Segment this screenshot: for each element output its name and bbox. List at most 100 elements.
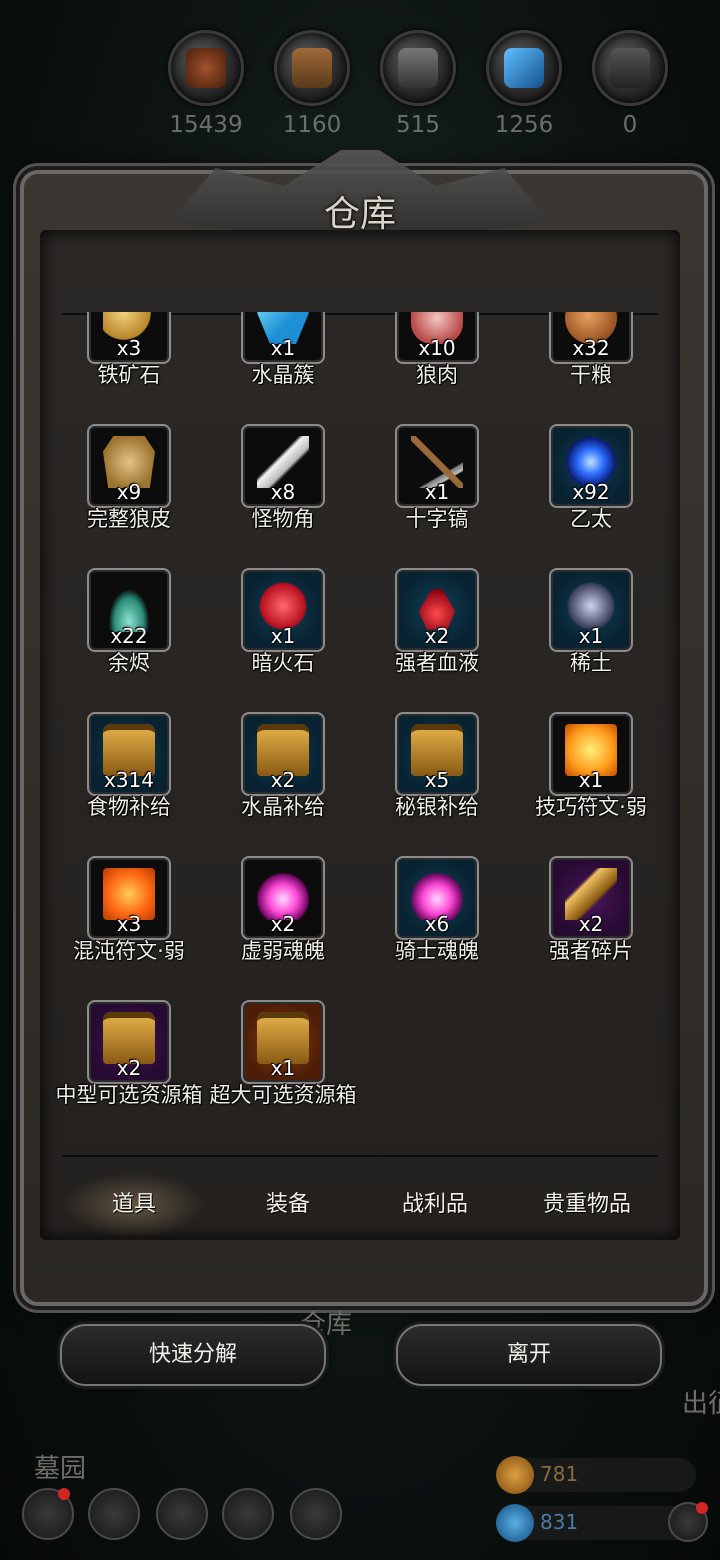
item-quantity: x2: [270, 768, 296, 792]
resource-iron-value: 515: [396, 112, 440, 138]
map-icon[interactable]: [222, 1488, 274, 1540]
iron-icon: [380, 30, 456, 106]
tab-valuables[interactable]: 贵重物品: [510, 1170, 664, 1240]
bottom-hud: 墓园 781 831: [0, 1440, 720, 1560]
item-icon-frame[interactable]: x314: [87, 712, 171, 796]
item-slot[interactable]: x2 强者碎片: [514, 856, 668, 1000]
item-icon-frame[interactable]: x32: [549, 312, 633, 364]
item-name: 虚弱魂魄: [241, 939, 325, 963]
item-icon-frame[interactable]: x92: [549, 424, 633, 508]
gem-counter: 831: [496, 1504, 696, 1542]
leave-button[interactable]: 离开: [396, 1324, 662, 1386]
item-name: 强者血液: [395, 651, 479, 675]
gem-value: 831: [540, 1510, 579, 1534]
item-grid[interactable]: x3 铁矿石 x1 水晶簇 x10 狼肉 x32 干粮 x9 完整狼皮 x8 怪物角 x1 十字镐 x92 乙…: [52, 312, 668, 1152]
notification-dot: [696, 1502, 708, 1514]
gold-icon: [496, 1456, 534, 1494]
gem-icon: [496, 1504, 534, 1542]
item-name: 中型可选资源箱: [55, 1083, 203, 1107]
item-quantity: x3: [116, 336, 142, 360]
item-quantity: x6: [424, 912, 450, 936]
item-icon-frame[interactable]: x22: [87, 568, 171, 652]
item-slot[interactable]: x2 虚弱魂魄: [206, 856, 360, 1000]
background-depart-label: 出征: [682, 1389, 720, 1419]
item-icon-frame[interactable]: x2: [87, 1000, 171, 1084]
item-slot[interactable]: x92 乙太: [514, 424, 668, 568]
gold-value: 781: [540, 1462, 579, 1486]
add-currency-button[interactable]: [668, 1502, 708, 1542]
wood-icon: [274, 30, 350, 106]
item-slot[interactable]: x1 暗火石: [206, 568, 360, 712]
item-name: 超大可选资源箱: [209, 1083, 357, 1107]
item-icon-frame[interactable]: x1: [549, 568, 633, 652]
item-slot[interactable]: x1 水晶簇: [206, 312, 360, 424]
resource-iron: 515: [378, 30, 458, 138]
item-name: 混沌符文·弱: [73, 939, 185, 963]
item-icon-frame[interactable]: x5: [395, 712, 479, 796]
handshake-icon[interactable]: [290, 1488, 342, 1540]
item-name: 干粮: [570, 363, 612, 387]
item-quantity: x314: [103, 768, 154, 792]
item-name: 水晶补给: [241, 795, 325, 819]
item-icon-frame[interactable]: x2: [241, 856, 325, 940]
tab-bar: 道具 装备 战利品 贵重物品: [52, 1170, 668, 1240]
item-slot[interactable]: x22 余烬: [52, 568, 206, 712]
food-icon: [168, 30, 244, 106]
settings-icon[interactable]: [22, 1488, 74, 1540]
notification-dot: [58, 1488, 70, 1500]
item-icon-frame[interactable]: x1: [549, 712, 633, 796]
item-icon-frame[interactable]: x9: [87, 424, 171, 508]
item-slot[interactable]: x1 十字镐: [360, 424, 514, 568]
item-icon-frame[interactable]: x1: [241, 312, 325, 364]
item-icon-frame[interactable]: x2: [241, 712, 325, 796]
castle-icon[interactable]: [156, 1488, 208, 1540]
item-slot[interactable]: x2 水晶补给: [206, 712, 360, 856]
item-slot[interactable]: x1 超大可选资源箱: [206, 1000, 360, 1144]
item-icon-frame[interactable]: x1: [395, 424, 479, 508]
item-slot[interactable]: x10 狼肉: [360, 312, 514, 424]
item-slot[interactable]: x2 强者血液: [360, 568, 514, 712]
item-name: 怪物角: [251, 507, 315, 531]
item-icon-frame[interactable]: x2: [395, 568, 479, 652]
item-icon-frame[interactable]: x1: [241, 1000, 325, 1084]
item-slot[interactable]: x8 怪物角: [206, 424, 360, 568]
item-icon-frame[interactable]: x10: [395, 312, 479, 364]
item-slot[interactable]: x5 秘银补给: [360, 712, 514, 856]
item-slot[interactable]: x3 混沌符文·弱: [52, 856, 206, 1000]
item-slot[interactable]: x314 食物补给: [52, 712, 206, 856]
item-slot[interactable]: x6 骑士魂魄: [360, 856, 514, 1000]
item-name: 余烬: [108, 651, 150, 675]
achievement-icon[interactable]: [88, 1488, 140, 1540]
quick-decompose-button[interactable]: 快速分解: [60, 1324, 326, 1386]
resource-crystal-value: 1256: [494, 112, 554, 138]
item-icon-frame[interactable]: x3: [87, 312, 171, 364]
item-quantity: x9: [116, 480, 142, 504]
item-slot[interactable]: x3 铁矿石: [52, 312, 206, 424]
item-icon-frame[interactable]: x8: [241, 424, 325, 508]
item-slot[interactable]: x32 干粮: [514, 312, 668, 424]
tab-loot[interactable]: 战利品: [358, 1170, 512, 1240]
item-slot[interactable]: x9 完整狼皮: [52, 424, 206, 568]
item-quantity: x1: [578, 768, 604, 792]
item-icon-frame[interactable]: x1: [241, 568, 325, 652]
tab-items[interactable]: 道具: [57, 1170, 211, 1240]
item-quantity: x1: [270, 336, 296, 360]
item-slot[interactable]: x2 中型可选资源箱: [52, 1000, 206, 1144]
item-quantity: x2: [424, 624, 450, 648]
tab-equipment[interactable]: 装备: [211, 1170, 365, 1240]
item-name: 水晶簇: [251, 363, 315, 387]
item-quantity: x32: [572, 336, 610, 360]
item-name: 秘银补给: [395, 795, 479, 819]
item-icon-frame[interactable]: x6: [395, 856, 479, 940]
item-name: 完整狼皮: [87, 507, 171, 531]
item-slot[interactable]: x1 技巧符文·弱: [514, 712, 668, 856]
gold-counter: 781: [496, 1456, 696, 1494]
item-quantity: x1: [424, 480, 450, 504]
item-quantity: x10: [418, 336, 456, 360]
item-icon-frame[interactable]: x2: [549, 856, 633, 940]
item-slot[interactable]: x1 稀土: [514, 568, 668, 712]
item-icon-frame[interactable]: x3: [87, 856, 171, 940]
item-name: 强者碎片: [549, 939, 633, 963]
mithril-icon: [592, 30, 668, 106]
background-graveyard-label: 墓园: [34, 1454, 87, 1484]
